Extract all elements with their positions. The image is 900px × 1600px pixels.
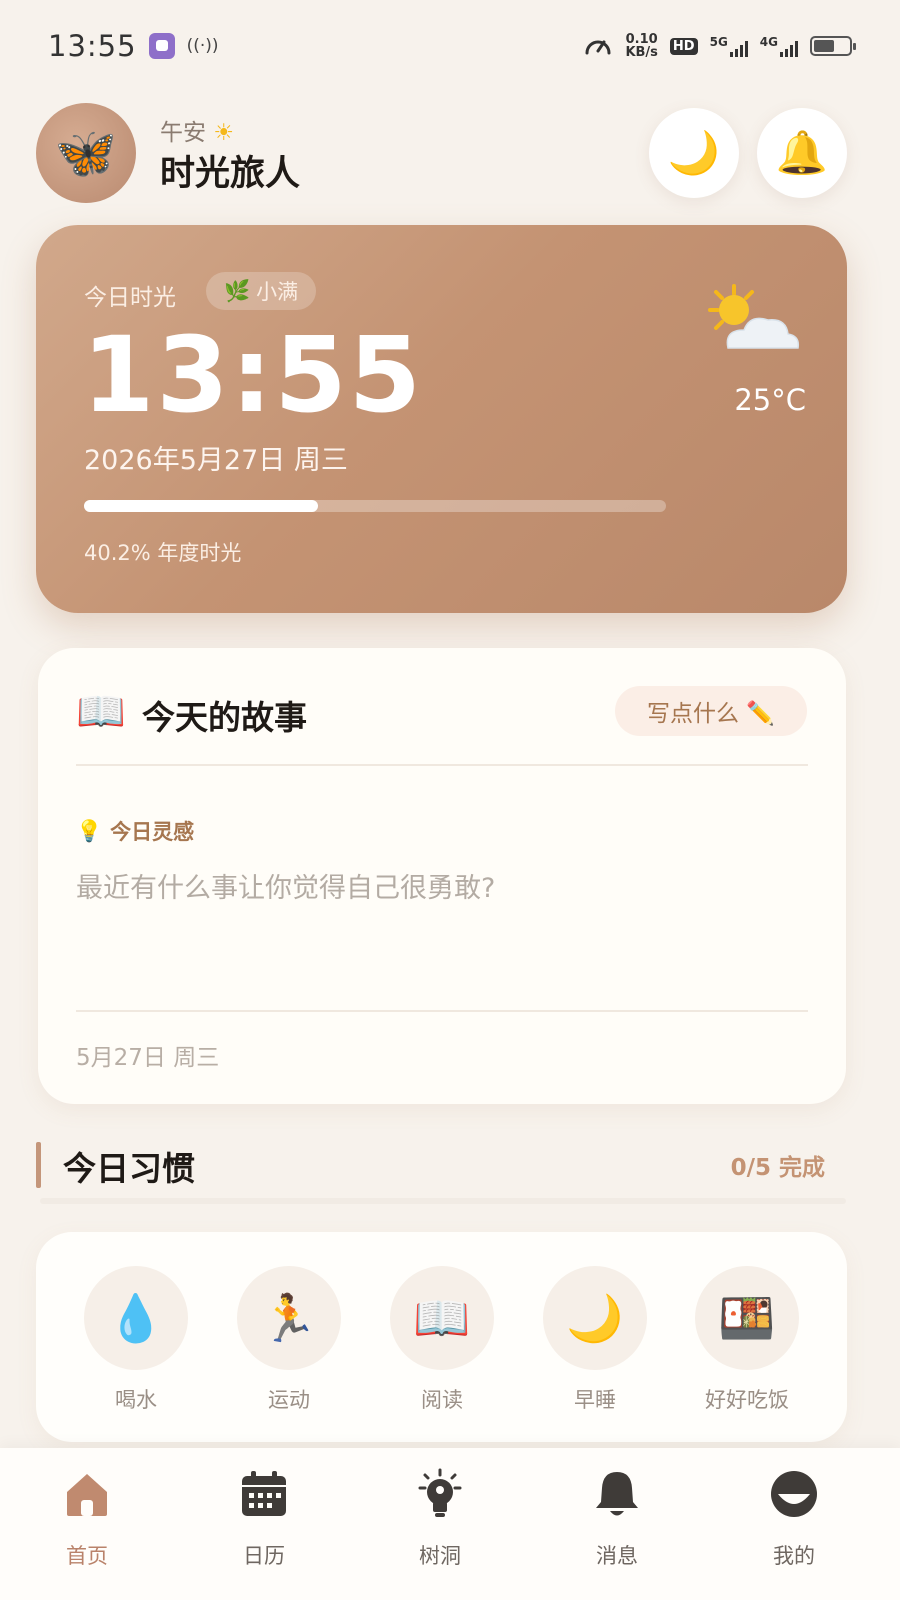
sun-icon: ☀ [213,120,234,146]
night-mode-button[interactable]: 🌙 [649,108,739,198]
year-progress-fill [84,500,318,512]
inspiration-label: 💡 今日灵感 [76,816,194,846]
solar-term-text: 小满 [256,280,299,304]
story-card: 📖 今天的故事 写点什么 ✏️ 💡 今日灵感 最近有什么事让你觉得自己很勇敢? … [38,648,846,1104]
network-speed-unit: KB/s [625,45,658,60]
clock-time: 13:55 [82,314,424,436]
divider [76,764,808,766]
network-5g-label: 5G [709,35,728,49]
greeting-text: 午安 [160,120,206,146]
bell-icon: 🔔 [775,128,829,177]
status-indicators: 0.10 KB/s HD 5G 4G [583,31,856,61]
hotspot-icon: ((·)) [186,36,219,56]
nav-messages[interactable]: 消息 [557,1468,677,1570]
network-4g-label: 4G [759,35,778,49]
habit-eat-well[interactable]: 🍱 好好吃饭 [692,1266,802,1414]
habit-sleep-early[interactable]: 🌙 早睡 [540,1266,650,1414]
habits-card: 💧 喝水 🏃 运动 📖 阅读 🌙 早睡 🍱 好好吃饭 [36,1232,847,1442]
habit-reading[interactable]: 📖 阅读 [387,1266,497,1414]
partly-cloudy-icon [708,284,800,349]
habits-title: 今日习惯 [63,1149,195,1188]
divider [40,1198,846,1204]
status-bar: 13:55 ((·)) 0.10 KB/s HD 5G 4G [0,0,900,92]
bottom-nav: 首页 日历 树洞 消息 我的 [0,1448,900,1600]
signal-bars-icon [780,41,798,57]
habit-label: 好好吃饭 [705,1388,789,1412]
habit-exercise[interactable]: 🏃 运动 [234,1266,344,1414]
nav-home-label: 首页 [66,1544,108,1568]
leaf-icon: 🌿 [224,278,251,303]
habit-label: 喝水 [115,1388,157,1412]
signal-5g: 5G [710,35,748,57]
inspiration-prompt[interactable]: 最近有什么事让你觉得自己很勇敢? [76,866,495,905]
book-icon: 📖 [390,1266,494,1370]
nav-profile-label: 我的 [773,1544,815,1568]
divider [76,1010,808,1012]
battery-icon [810,36,856,56]
habit-label: 阅读 [421,1388,463,1412]
nav-profile[interactable]: 我的 [734,1468,854,1570]
habits-header: 今日习惯 0/5 完成 [36,1136,847,1196]
book-icon: 📖 [76,689,126,735]
habit-label: 运动 [268,1388,310,1412]
story-date: 5月27日 周三 [76,1045,220,1071]
header: 🦋 午安 ☀ 时光旅人 🌙 🔔 [36,103,864,203]
time-card: 今日时光 🌿 小满 13:55 2026年5月27日 周三 40.2% 年度时光… [36,225,847,613]
butterfly-icon: 🦋 [54,123,118,182]
avatar[interactable]: 🦋 [36,103,136,203]
lightbulb-icon: 💡 [76,818,103,843]
habits-progress: 0/5 完成 [730,1155,825,1181]
time-card-label: 今日时光 [84,285,176,311]
signal-4g: 4G [760,35,798,57]
greeting: 午安 ☀ [160,113,234,147]
lightbulb-icon [418,1468,462,1517]
running-icon: 🏃 [237,1266,341,1370]
notifications-button[interactable]: 🔔 [757,108,847,198]
status-time: 13:55 [48,29,137,63]
nav-home[interactable]: 首页 [27,1468,147,1570]
clock-date: 2026年5月27日 周三 [84,445,348,476]
username: 时光旅人 [160,154,301,194]
section-accent-bar [36,1142,41,1188]
nav-treehole[interactable]: 树洞 [380,1468,500,1570]
year-progress-text: 40.2% 年度时光 [84,541,242,565]
write-button[interactable]: 写点什么 ✏️ [615,686,807,736]
temperature: 25°C [734,383,806,417]
moon-icon: 🌙 [667,128,721,177]
nav-treehole-label: 树洞 [419,1544,461,1568]
battery-level [814,40,835,52]
solar-term-tag: 🌿 小满 [206,272,317,310]
hd-icon: HD [669,37,698,55]
water-drop-icon: 💧 [84,1266,188,1370]
inspiration-label-text: 今日灵感 [110,820,195,844]
speedometer-icon [585,40,611,55]
habit-water[interactable]: 💧 喝水 [81,1266,191,1414]
app-notification-icon [148,33,175,59]
network-speed: 0.10 KB/s [625,33,657,59]
bento-icon: 🍱 [695,1266,799,1370]
nav-calendar[interactable]: 日历 [204,1468,324,1570]
year-progress-bar [84,500,666,512]
bell-icon [596,1472,638,1516]
nav-calendar-label: 日历 [243,1544,285,1568]
calendar-icon [242,1471,286,1516]
nav-messages-label: 消息 [596,1544,638,1568]
signal-bars-icon [729,41,748,57]
profile-icon [771,1471,817,1517]
habit-label: 早睡 [574,1388,616,1412]
moon-icon: 🌙 [543,1266,647,1370]
home-icon [67,1474,107,1516]
story-title: 今天的故事 [142,698,307,737]
